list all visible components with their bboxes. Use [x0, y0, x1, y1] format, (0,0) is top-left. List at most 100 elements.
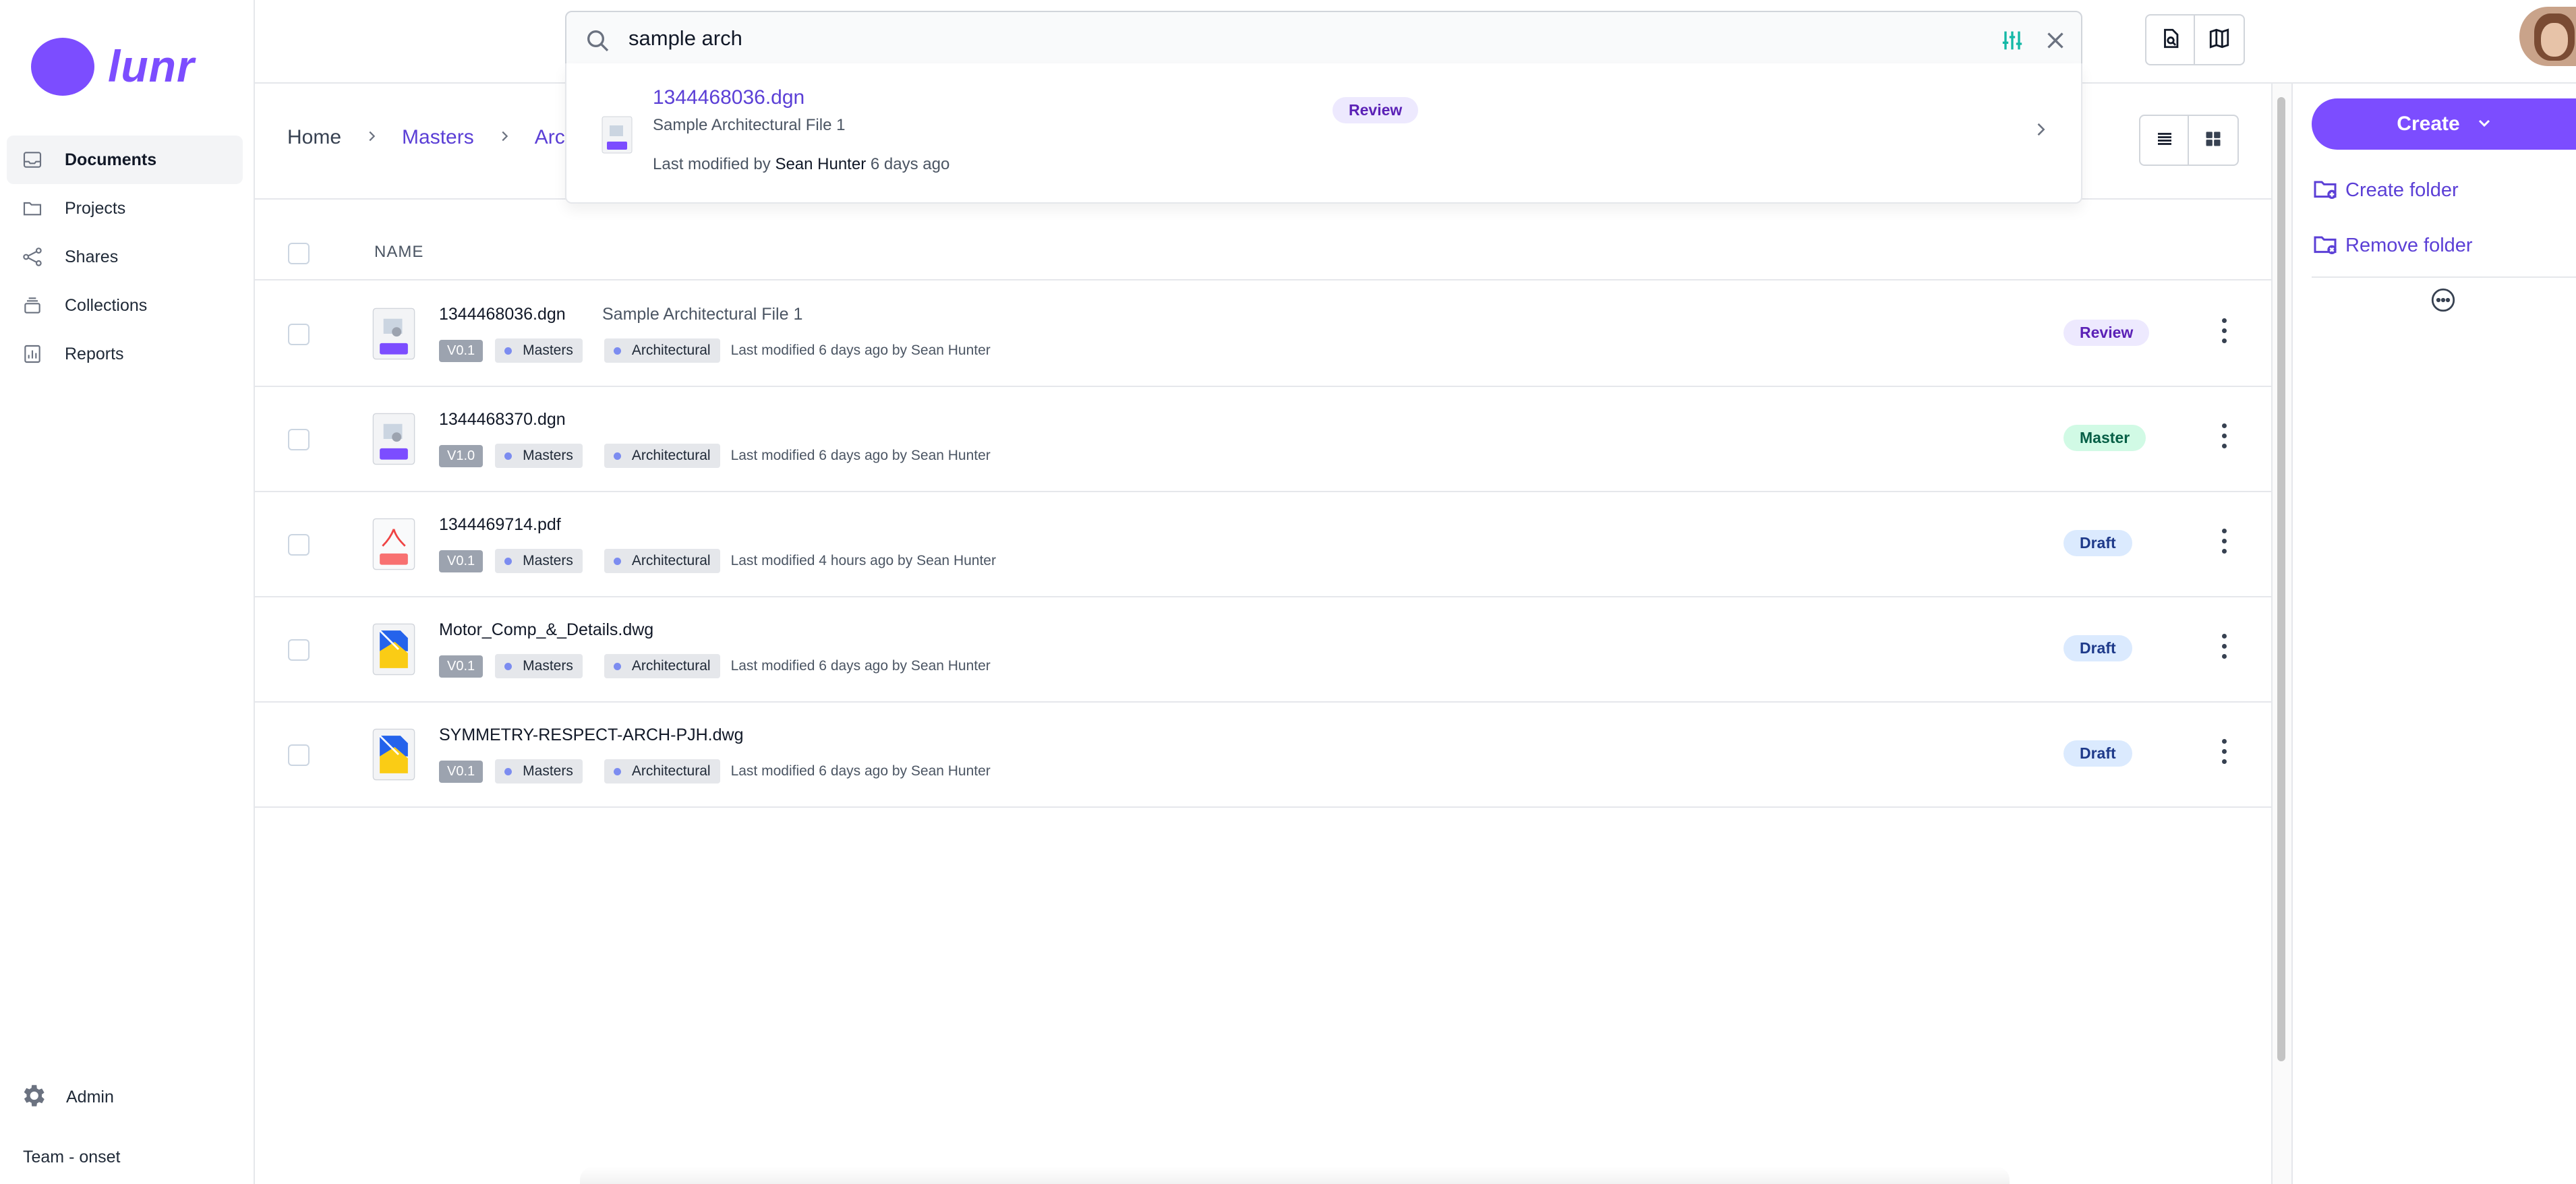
- folder-tag: Masters: [495, 759, 583, 783]
- row-menu-icon[interactable]: [2211, 626, 2237, 666]
- sidebar-item-documents[interactable]: Documents: [7, 136, 243, 184]
- map-icon: [2208, 27, 2231, 53]
- result-modified-prefix: Last modified by: [653, 155, 771, 173]
- grid-view-button[interactable]: [2188, 115, 2239, 166]
- document-search-button[interactable]: [2145, 14, 2196, 65]
- discipline-tag: Architectural: [604, 654, 720, 678]
- discipline-tag-label: Architectural: [631, 658, 711, 674]
- file-name[interactable]: Motor_Comp_&_Details.dwg: [439, 620, 653, 640]
- sidebar-item-label: Shares: [65, 247, 119, 266]
- folder-plus-icon: [2312, 175, 2339, 206]
- search-icon: [584, 27, 611, 57]
- tag-dot: [504, 452, 513, 460]
- status-badge: Draft: [2063, 740, 2132, 767]
- tag-dot: [504, 767, 513, 775]
- list-view-button[interactable]: [2139, 115, 2190, 166]
- avatar[interactable]: [2519, 7, 2576, 66]
- row-checkbox[interactable]: [288, 639, 310, 661]
- sidebar-item-label: Collections: [65, 295, 148, 315]
- folder-tag: Masters: [495, 444, 583, 468]
- version-tag: V0.1: [439, 339, 484, 362]
- file-name[interactable]: 1344468370.dgn: [439, 410, 566, 430]
- result-file-name[interactable]: 1344468036.dgn: [653, 86, 804, 109]
- close-icon[interactable]: [2043, 28, 2068, 56]
- file-tags: V0.1 Masters Architectural Last modified 6 …: [439, 654, 991, 678]
- create-button[interactable]: Create: [2312, 98, 2576, 150]
- file-tags: V0.1 Masters Architectural Last modified 4 …: [439, 549, 996, 573]
- table-row[interactable]: 1344468370.dgn V1.0 Masters Architectural La…: [255, 386, 2271, 492]
- list-icon: [2155, 129, 2175, 152]
- admin-label: Admin: [66, 1088, 114, 1106]
- version-tag: V0.1: [439, 760, 484, 783]
- file-tags: V1.0 Masters Architectural Last modified 6 …: [439, 444, 991, 468]
- table-row[interactable]: Motor_Comp_&_Details.dwg V0.1 Masters Archi…: [255, 596, 2271, 703]
- file-name[interactable]: 1344469714.pdf: [439, 515, 561, 535]
- admin-link[interactable]: Admin: [19, 1082, 114, 1113]
- share-icon: [19, 243, 46, 270]
- row-checkbox[interactable]: [288, 429, 310, 450]
- modified-info: Last modified 6 days ago by Sean Hunter: [730, 658, 991, 674]
- remove-folder-link[interactable]: Remove folder: [2312, 231, 2473, 261]
- table-row[interactable]: 1344469714.pdf V0.1 Masters Architectural La…: [255, 491, 2271, 597]
- map-view-button[interactable]: [2194, 14, 2245, 65]
- dgn-file-icon: [372, 307, 415, 363]
- file-tags: V0.1 Masters Architectural Last modified 6 …: [439, 759, 991, 783]
- filter-icon[interactable]: [1999, 27, 2026, 57]
- file-description: Sample Architectural File 1: [602, 305, 803, 324]
- scrollbar-thumb[interactable]: [2277, 97, 2285, 1061]
- logo-mark: [31, 38, 94, 96]
- tag-dot: [613, 452, 621, 460]
- table-row[interactable]: 1344468036.dgn Sample Architectural File …: [255, 280, 2271, 387]
- discipline-tag: Architectural: [604, 444, 720, 468]
- row-menu-icon[interactable]: [2211, 310, 2237, 351]
- search-result-item[interactable]: 1344468036.dgn Sample Architectural File…: [566, 63, 2081, 202]
- actions-panel: Create Create folder Remove folder: [2291, 84, 2576, 1184]
- create-folder-link[interactable]: Create folder: [2312, 175, 2459, 206]
- sidebar-item-collections[interactable]: Collections: [7, 281, 243, 330]
- status-badge: Review: [1333, 97, 1419, 123]
- file-tags: V0.1 Masters Architectural Last modified 6 …: [439, 338, 991, 363]
- scrollbar-track[interactable]: [2271, 84, 2291, 1184]
- row-menu-icon[interactable]: [2211, 731, 2237, 771]
- breadcrumb-home[interactable]: Home: [287, 126, 341, 149]
- row-menu-icon[interactable]: [2211, 415, 2237, 456]
- status-badge: Review: [2063, 320, 2150, 346]
- version-tag: V0.1: [439, 655, 484, 678]
- sidebar-item-reports[interactable]: Reports: [7, 330, 243, 378]
- dgn-file-icon: [602, 116, 633, 157]
- discipline-tag-label: Architectural: [631, 763, 711, 779]
- modified-info: Last modified 6 days ago by Sean Hunter: [730, 343, 991, 358]
- file-name[interactable]: 1344468036.dgn: [439, 305, 566, 324]
- discipline-tag-label: Architectural: [631, 343, 711, 358]
- sidebar-item-label: Documents: [65, 150, 157, 169]
- row-checkbox[interactable]: [288, 324, 310, 345]
- file-search-icon: [2159, 27, 2182, 53]
- tag-dot: [613, 557, 621, 565]
- result-modified-when: 6 days ago: [870, 155, 950, 173]
- folder-tag: Masters: [495, 654, 583, 678]
- sidebar-item-shares[interactable]: Shares: [7, 233, 243, 281]
- file-name[interactable]: SYMMETRY-RESPECT-ARCH-PJH.dwg: [439, 726, 743, 745]
- team-label: Team - onset: [23, 1148, 121, 1166]
- select-all-checkbox[interactable]: [288, 243, 310, 264]
- dgn-file-icon: [372, 413, 415, 469]
- create-button-label: Create: [2397, 113, 2460, 135]
- breadcrumb-masters[interactable]: Masters: [402, 126, 474, 149]
- search-input[interactable]: [627, 24, 1911, 53]
- sidebar-item-projects[interactable]: Projects: [7, 184, 243, 233]
- breadcrumb: Home Masters Archit: [287, 126, 586, 149]
- tag-dot: [504, 347, 513, 355]
- row-checkbox[interactable]: [288, 744, 310, 766]
- sidebar: lunr Documents Projects Shares Collectio…: [0, 0, 255, 1184]
- folder-tag-label: Masters: [523, 658, 573, 674]
- gear-icon: [19, 1082, 47, 1113]
- name-column-header[interactable]: NAME: [374, 243, 423, 262]
- folder-tag-label: Masters: [523, 763, 573, 779]
- discipline-tag-label: Architectural: [631, 553, 711, 568]
- more-options-icon[interactable]: [2429, 286, 2457, 318]
- dwg-file-icon: [372, 623, 415, 679]
- row-checkbox[interactable]: [288, 534, 310, 556]
- table-row[interactable]: SYMMETRY-RESPECT-ARCH-PJH.dwg V0.1 Masters…: [255, 701, 2271, 808]
- chevron-down-icon: [2476, 115, 2492, 134]
- row-menu-icon[interactable]: [2211, 521, 2237, 561]
